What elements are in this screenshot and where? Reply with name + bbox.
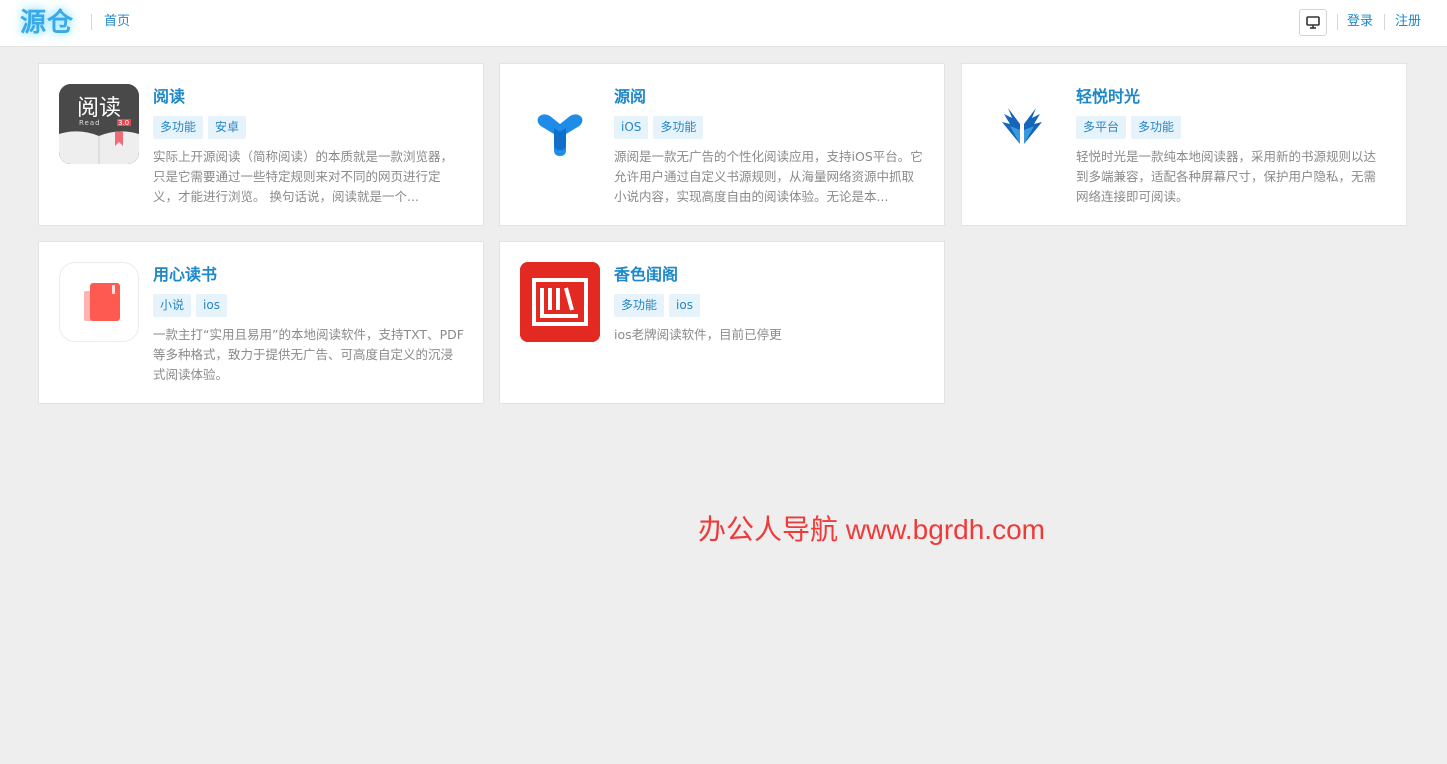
app-description: 源阅是一款无广告的个性化阅读应用，支持iOS平台。它允许用户通过自定义书源规则，… xyxy=(614,149,923,204)
tag-list: iOS 多功能 xyxy=(614,116,704,139)
yuanyue-app-icon xyxy=(520,84,600,164)
tag[interactable]: ios xyxy=(669,294,700,317)
app-description: 实际上开源阅读（简称阅读）的本质就是一款浏览器，只是它需要通过一些特定规则来对不… xyxy=(153,149,454,204)
yuedu-icon-version: 3.0 xyxy=(118,119,130,127)
watermark-text: 办公人导航 www.bgrdh.com xyxy=(698,514,1045,545)
app-title[interactable]: 香色闺阁 xyxy=(614,264,678,286)
tag[interactable]: 多功能 xyxy=(153,116,204,139)
tag[interactable]: 小说 xyxy=(153,294,192,317)
tag[interactable]: 多平台 xyxy=(1076,116,1127,139)
site-logo[interactable]: 源仓 xyxy=(20,6,74,40)
app-title[interactable]: 用心读书 xyxy=(153,264,217,286)
tag-list: 多功能 安卓 xyxy=(153,116,247,139)
app-card-yuedu[interactable]: 阅读 Read 3.0 阅读 多功能 安卓 实际上开源阅读（简称阅读）的本质就是… xyxy=(38,63,484,226)
tag[interactable]: 多功能 xyxy=(614,294,665,317)
app-title[interactable]: 轻悦时光 xyxy=(1076,86,1140,108)
app-card-qingyue[interactable]: 轻悦时光 多平台 多功能 轻悦时光是一款纯本地阅读器，采用新的书源规则以达到多端… xyxy=(961,63,1407,226)
tag[interactable]: ios xyxy=(196,294,227,317)
app-card-yuanyue[interactable]: 源阅 iOS 多功能 源阅是一款无广告的个性化阅读应用，支持iOS平台。它允许用… xyxy=(499,63,945,226)
header-divider xyxy=(1384,14,1385,30)
yongxin-app-icon xyxy=(59,262,139,342)
tag[interactable]: 多功能 xyxy=(653,116,704,139)
display-mode-button[interactable] xyxy=(1299,9,1327,36)
yuedu-icon-text: 阅读 xyxy=(76,96,121,121)
app-title[interactable]: 源阅 xyxy=(614,86,646,108)
tag-list: 多平台 多功能 xyxy=(1076,116,1182,139)
app-description: ios老牌阅读软件，目前已停更 xyxy=(614,327,782,342)
tag[interactable]: iOS xyxy=(614,116,649,139)
top-header: 源仓 首页 登录 注册 xyxy=(0,0,1447,47)
tag-list: 小说 ios xyxy=(153,294,227,317)
app-description: 一款主打“实用且易用”的本地阅读软件，支持TXT、PDF等多种格式，致力于提供无… xyxy=(153,327,464,382)
app-title[interactable]: 阅读 xyxy=(153,86,185,108)
app-description: 轻悦时光是一款纯本地阅读器，采用新的书源规则以达到多端兼容，适配各种屏幕尺寸，保… xyxy=(1076,149,1377,204)
tag[interactable]: 多功能 xyxy=(1131,116,1182,139)
xiangse-app-icon xyxy=(520,262,600,342)
header-divider xyxy=(1337,14,1338,30)
register-link[interactable]: 注册 xyxy=(1395,13,1421,31)
qingyue-app-icon xyxy=(982,84,1062,164)
yuedu-app-icon: 阅读 Read 3.0 xyxy=(59,84,139,164)
nav-home-link[interactable]: 首页 xyxy=(104,13,130,31)
monitor-icon xyxy=(1306,16,1320,29)
tag[interactable]: 安卓 xyxy=(208,116,247,139)
login-link[interactable]: 登录 xyxy=(1347,13,1373,31)
tag-list: 多功能 ios xyxy=(614,294,700,317)
app-card-xiangse[interactable]: 香色闺阁 多功能 ios ios老牌阅读软件，目前已停更 xyxy=(499,241,945,404)
yuedu-icon-subtext: Read xyxy=(79,119,101,127)
app-card-yongxin[interactable]: 用心读书 小说 ios 一款主打“实用且易用”的本地阅读软件，支持TXT、PDF… xyxy=(38,241,484,404)
header-divider xyxy=(91,14,92,30)
